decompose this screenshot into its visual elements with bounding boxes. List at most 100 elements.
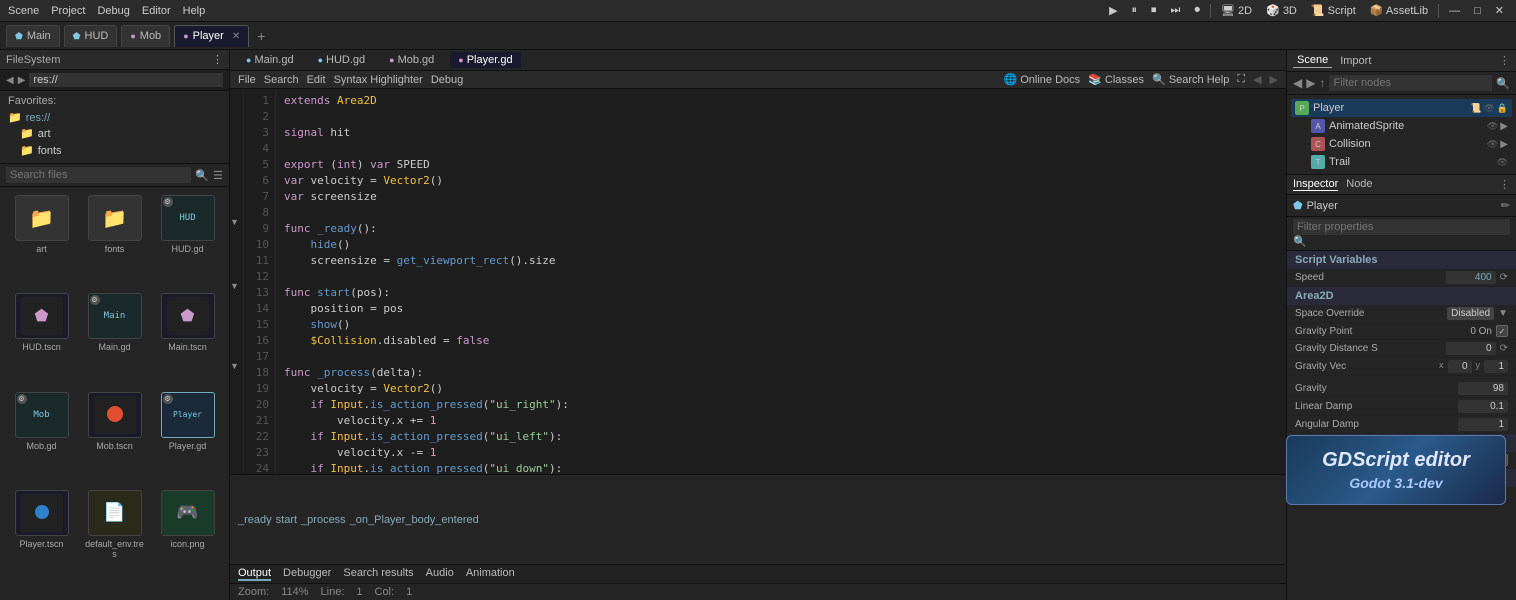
scene-menu-btn[interactable]: ⋮ bbox=[1499, 54, 1510, 67]
scene-back-btn[interactable]: ◀ bbox=[1293, 76, 1302, 90]
list-item[interactable]: ⬟ HUD.tscn bbox=[8, 293, 75, 385]
node-collision-expand[interactable]: ▶ bbox=[1500, 139, 1508, 150]
play-button[interactable]: ▶ bbox=[1105, 3, 1121, 18]
scene-forward-btn[interactable]: ▶ bbox=[1306, 76, 1315, 90]
list-item[interactable]: ⬟ Main.tscn bbox=[154, 293, 221, 385]
function-item-on-player-body-entered[interactable]: _on_Player_body_entered bbox=[350, 513, 479, 527]
list-item[interactable]: 🎮 icon.png bbox=[154, 490, 221, 592]
file-list-options-icon[interactable]: ☰ bbox=[213, 169, 223, 182]
script-button[interactable]: 📜 Script bbox=[1307, 3, 1360, 18]
tab-player[interactable]: ● Player ✕ bbox=[174, 25, 249, 47]
list-item[interactable]: 📄 default_env.tres bbox=[81, 490, 148, 592]
bottom-tab-debugger[interactable]: Debugger bbox=[283, 567, 331, 581]
classes-btn[interactable]: 📚 Classes bbox=[1088, 73, 1144, 86]
inspector-tab-node[interactable]: Node bbox=[1346, 178, 1372, 191]
path-input[interactable] bbox=[29, 73, 223, 87]
inspector-tab-inspector[interactable]: Inspector bbox=[1293, 178, 1338, 191]
bottom-tab-output[interactable]: Output bbox=[238, 567, 271, 581]
path-back-btn[interactable]: ◀ bbox=[6, 75, 14, 86]
menu-debug[interactable]: Debug bbox=[97, 5, 129, 17]
tab-main[interactable]: ⬟ Main bbox=[6, 25, 60, 47]
inspector-menu-btn[interactable]: ⋮ bbox=[1499, 178, 1510, 191]
scene-node-player[interactable]: P Player 📜 👁 🔒 bbox=[1291, 99, 1512, 117]
assetlib-button[interactable]: 📦 AssetLib bbox=[1366, 3, 1432, 18]
function-item-start[interactable]: start bbox=[276, 513, 297, 527]
list-item[interactable]: Player.tscn bbox=[8, 490, 75, 592]
scene-node-collision[interactable]: C Collision 👁 ▶ bbox=[1291, 135, 1512, 153]
list-item[interactable]: 📁 art bbox=[8, 195, 75, 287]
list-item[interactable]: ⚙ Mob Mob.gd bbox=[8, 392, 75, 484]
online-docs-btn[interactable]: 🌐 Online Docs bbox=[1003, 73, 1080, 86]
tab-player-close[interactable]: ✕ bbox=[232, 31, 240, 42]
list-item[interactable]: Mob.tscn bbox=[81, 392, 148, 484]
bottom-tab-audio[interactable]: Audio bbox=[426, 567, 454, 581]
add-tab-button[interactable]: + bbox=[253, 28, 269, 44]
stop-button[interactable]: ⏹ bbox=[1147, 3, 1161, 18]
function-item-process[interactable]: _process bbox=[301, 513, 346, 527]
editor-tab-hud-gd[interactable]: ● HUD.gd bbox=[310, 52, 374, 68]
menu-editor[interactable]: Editor bbox=[142, 5, 171, 17]
tab-mob[interactable]: ● Mob bbox=[121, 25, 170, 47]
speed-spinner-icon[interactable]: ⟳ bbox=[1500, 272, 1508, 283]
search-help-btn[interactable]: 🔍 Search Help bbox=[1152, 73, 1229, 86]
node-script-icon[interactable]: 📜 bbox=[1470, 103, 1481, 114]
menu-debug[interactable]: Debug bbox=[431, 74, 463, 86]
tab-hud[interactable]: ⬟ HUD bbox=[64, 25, 118, 47]
search-icon[interactable]: 🔍 bbox=[195, 169, 209, 182]
path-forward-btn[interactable]: ▶ bbox=[18, 75, 26, 86]
node-trail-vis-icon[interactable]: 👁 bbox=[1497, 157, 1508, 168]
scene-up-btn[interactable]: ↑ bbox=[1319, 76, 1325, 90]
prop-linear-damp-value[interactable]: 0.1 bbox=[1458, 400, 1508, 413]
filter-properties-input[interactable] bbox=[1293, 219, 1510, 235]
prop-angular-damp-value[interactable]: 1 bbox=[1458, 418, 1508, 431]
folder-fonts[interactable]: 📁 fonts bbox=[8, 142, 221, 159]
menu-project[interactable]: Project bbox=[51, 5, 85, 17]
prop-gravity-point-checkbox[interactable]: ✓ bbox=[1496, 325, 1508, 337]
menu-search[interactable]: Search bbox=[264, 74, 299, 86]
scene-node-animatedsprite[interactable]: A AnimatedSprite 👁 ▶ bbox=[1291, 117, 1512, 135]
space-override-expand-icon[interactable]: ▼ bbox=[1498, 308, 1508, 319]
scene-node-trail[interactable]: T Trail 👁 bbox=[1291, 153, 1512, 171]
mode-2d-button[interactable]: 🖥 2D bbox=[1217, 3, 1256, 18]
prop-speed-value[interactable]: 400 bbox=[1446, 271, 1496, 284]
gravity-dist-spinner[interactable]: ⟳ bbox=[1500, 343, 1508, 354]
bottom-tab-search-results[interactable]: Search results bbox=[343, 567, 413, 581]
node-lock-icon[interactable]: 🔒 bbox=[1497, 103, 1508, 114]
prop-gravity-value[interactable]: 98 bbox=[1458, 382, 1508, 395]
bottom-tab-animation[interactable]: Animation bbox=[466, 567, 515, 581]
code-content[interactable]: extends Area2D signal hit export (int) v… bbox=[276, 89, 1286, 474]
window-min-button[interactable]: — bbox=[1445, 4, 1464, 18]
menu-syntax-highlighter[interactable]: Syntax Highlighter bbox=[334, 74, 423, 86]
editor-tab-player-gd[interactable]: ● Player.gd bbox=[450, 52, 520, 68]
file-search-input[interactable] bbox=[6, 167, 191, 183]
menu-edit[interactable]: Edit bbox=[307, 74, 326, 86]
list-item[interactable]: 📁 fonts bbox=[81, 195, 148, 287]
node-vis-icon[interactable]: 👁 bbox=[1483, 103, 1494, 114]
list-item[interactable]: ⚙ HUD HUD.gd bbox=[154, 195, 221, 287]
prop-gravity-vec-y[interactable]: 1 bbox=[1484, 360, 1508, 373]
function-item-ready[interactable]: _ready bbox=[238, 513, 272, 527]
menu-help[interactable]: Help bbox=[183, 5, 206, 17]
editor-tab-main-gd[interactable]: ● Main.gd bbox=[238, 52, 302, 68]
prop-space-override-value[interactable]: Disabled bbox=[1447, 307, 1494, 320]
window-max-button[interactable]: □ bbox=[1470, 4, 1485, 18]
menu-file[interactable]: File bbox=[238, 74, 256, 86]
tab-import[interactable]: Import bbox=[1336, 54, 1375, 68]
window-close-button[interactable]: ✕ bbox=[1491, 3, 1508, 18]
menu-scene[interactable]: Scene bbox=[8, 5, 39, 17]
node-animsprite-expand[interactable]: ▶ bbox=[1500, 121, 1508, 132]
editor-tab-mob-gd[interactable]: ● Mob.gd bbox=[381, 52, 442, 68]
inspector-edit-btn[interactable]: ✏ bbox=[1501, 199, 1510, 212]
pause-button[interactable]: ⏸ bbox=[1128, 3, 1142, 18]
node-collision-vis-icon[interactable]: 👁 bbox=[1487, 139, 1498, 150]
favorites-res[interactable]: 📁 res:// bbox=[8, 110, 221, 125]
folder-art[interactable]: 📁 art bbox=[8, 125, 221, 142]
record-button[interactable]: ⏺ bbox=[1190, 3, 1204, 18]
tab-scene[interactable]: Scene bbox=[1293, 53, 1332, 68]
list-item[interactable]: ⚙ Main Main.gd bbox=[81, 293, 148, 385]
step-button[interactable]: ⏭ bbox=[1167, 3, 1185, 18]
filter-nodes-input[interactable] bbox=[1329, 75, 1492, 91]
prop-gravity-dist-value[interactable]: 0 bbox=[1446, 342, 1496, 355]
list-item[interactable]: ⚙ Player Player.gd bbox=[154, 392, 221, 484]
node-animsprite-vis-icon[interactable]: 👁 bbox=[1487, 121, 1498, 132]
